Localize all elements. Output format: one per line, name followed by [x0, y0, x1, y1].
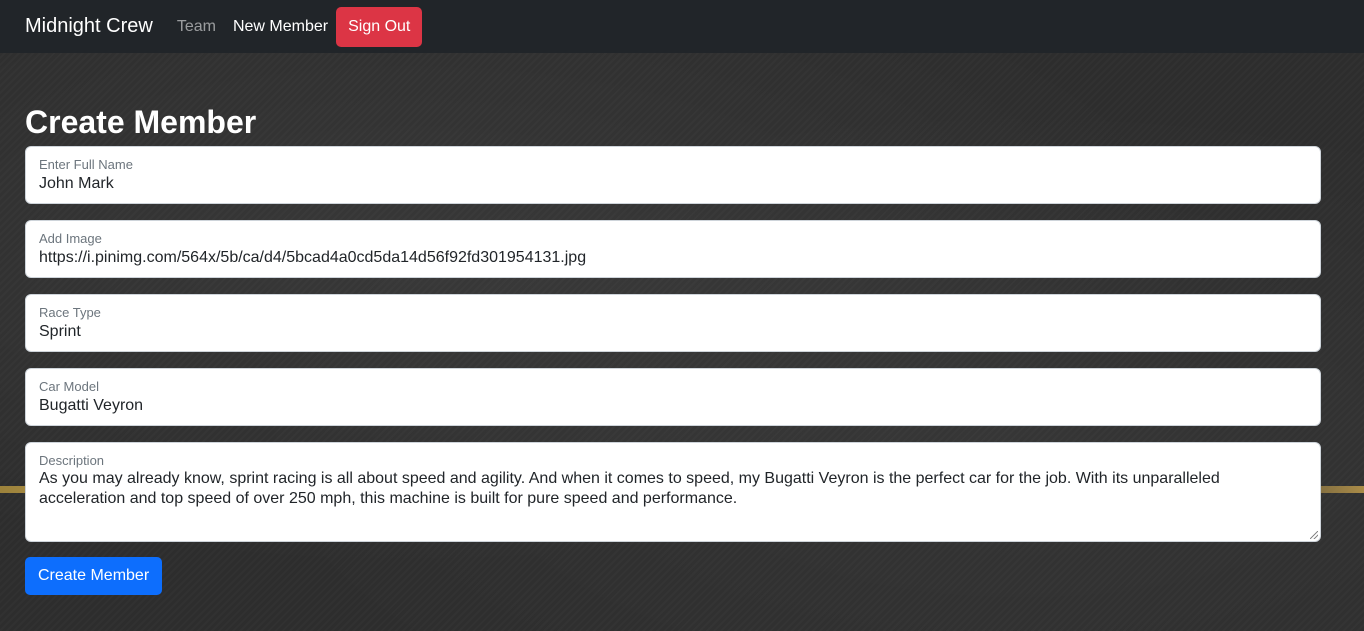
- full-name-label: Enter Full Name: [39, 157, 133, 172]
- car-model-label: Car Model: [39, 379, 99, 394]
- description-label: Description: [39, 453, 105, 468]
- car-model-field[interactable]: Car Model Bugatti Veyron: [25, 368, 1321, 426]
- sign-out-button[interactable]: Sign Out: [336, 6, 423, 47]
- page-title: Create Member: [25, 104, 257, 140]
- create-member-button[interactable]: Create Member: [25, 557, 163, 595]
- navbar: Midnight Crew Team New Member Sign Out: [0, 0, 1364, 53]
- race-type-field[interactable]: Race Type Sprint: [25, 294, 1321, 352]
- nav-link-new-member[interactable]: New Member: [233, 18, 328, 36]
- full-name-input[interactable]: John Mark: [39, 173, 1307, 195]
- race-type-input[interactable]: Sprint: [39, 321, 1307, 343]
- car-model-input[interactable]: Bugatti Veyron: [39, 395, 1307, 417]
- race-type-label: Race Type: [39, 305, 101, 320]
- nav-link-team[interactable]: Team: [177, 18, 216, 36]
- full-name-field[interactable]: Enter Full Name John Mark: [25, 146, 1321, 204]
- create-member-form: Create Member Enter Full Name John Mark …: [25, 102, 1321, 595]
- image-field[interactable]: Add Image https://i.pinimg.com/564x/5b/c…: [25, 220, 1321, 278]
- brand[interactable]: Midnight Crew: [25, 15, 153, 38]
- image-input[interactable]: https://i.pinimg.com/564x/5b/ca/d4/5bcad…: [39, 247, 1307, 269]
- resize-handle-icon[interactable]: [1310, 531, 1318, 539]
- description-field[interactable]: Description As you may already know, spr…: [25, 442, 1321, 542]
- image-label: Add Image: [39, 231, 102, 246]
- description-textarea[interactable]: As you may already know, sprint racing i…: [39, 469, 1307, 509]
